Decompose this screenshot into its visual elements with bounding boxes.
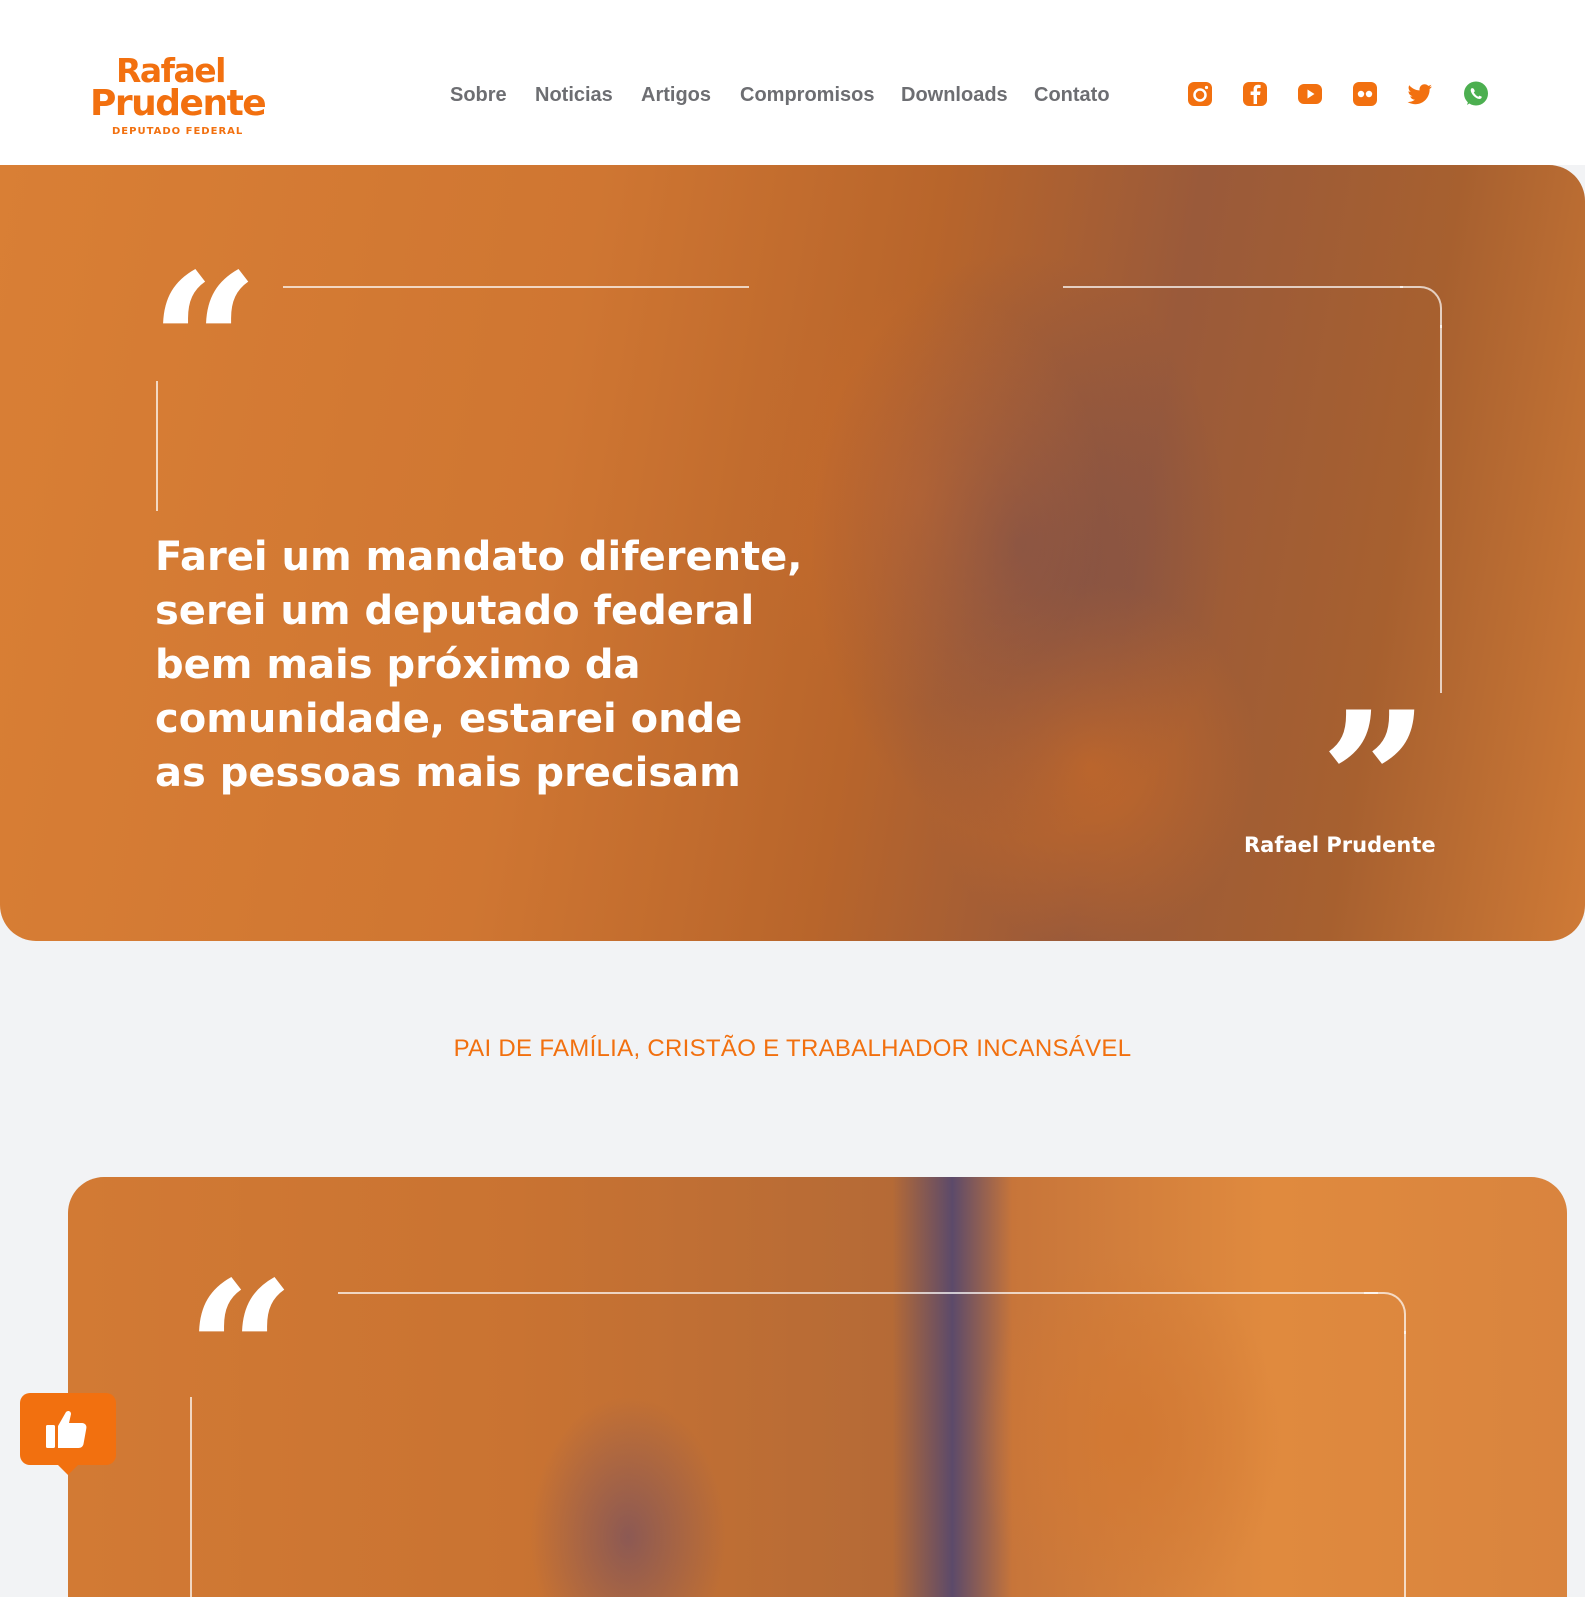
facebook-icon[interactable] xyxy=(1241,80,1269,108)
frame-line-top xyxy=(338,1292,1378,1294)
logo-name-line2: Prudente xyxy=(90,83,267,124)
open-quote-icon: “ xyxy=(186,1240,296,1463)
frame-line-top-right xyxy=(1063,286,1403,288)
logo[interactable]: Rafael Prudente DEPUTADO FEDERAL xyxy=(90,52,267,142)
nav-item-compromisos[interactable]: Compromisos xyxy=(740,84,874,107)
thumbs-up-icon xyxy=(46,1410,87,1448)
instagram-icon[interactable] xyxy=(1186,80,1214,108)
nav-item-artigos[interactable]: Artigos xyxy=(641,84,711,107)
hero-quote-author: Rafael Prudente xyxy=(1244,833,1436,857)
logo-subtitle: DEPUTADO FEDERAL xyxy=(112,126,244,137)
frame-corner xyxy=(1364,1292,1406,1334)
frame-line-top-left xyxy=(283,286,749,288)
nav-item-sobre[interactable]: Sobre xyxy=(450,84,507,107)
frame-corner xyxy=(1400,286,1442,328)
bubble-tail xyxy=(52,1459,84,1475)
site-header: Rafael Prudente DEPUTADO FEDERAL Sobre N… xyxy=(0,0,1585,165)
floating-like-button[interactable] xyxy=(20,1393,116,1475)
hero-quote-banner: “ ” Farei um mandato diferente, serei um… xyxy=(0,165,1585,941)
twitter-icon[interactable] xyxy=(1406,80,1434,108)
nav-item-noticias[interactable]: Noticias xyxy=(535,84,613,107)
section-tagline: PAI DE FAMÍLIA, CRISTÃO E TRABALHADOR IN… xyxy=(453,1035,1132,1062)
youtube-icon[interactable] xyxy=(1296,80,1324,108)
whatsapp-icon[interactable] xyxy=(1462,80,1490,108)
nav-item-downloads[interactable]: Downloads xyxy=(901,84,1008,107)
nav-item-contato[interactable]: Contato xyxy=(1034,84,1110,107)
frame-line-right xyxy=(1440,325,1442,693)
hero-quote-text: Farei um mandato diferente, serei um dep… xyxy=(155,534,803,796)
flickr-icon[interactable] xyxy=(1351,80,1379,108)
second-quote-banner: “ xyxy=(68,1177,1567,1597)
frame-line-right xyxy=(1404,1331,1406,1597)
open-quote-icon: “ xyxy=(150,232,260,455)
